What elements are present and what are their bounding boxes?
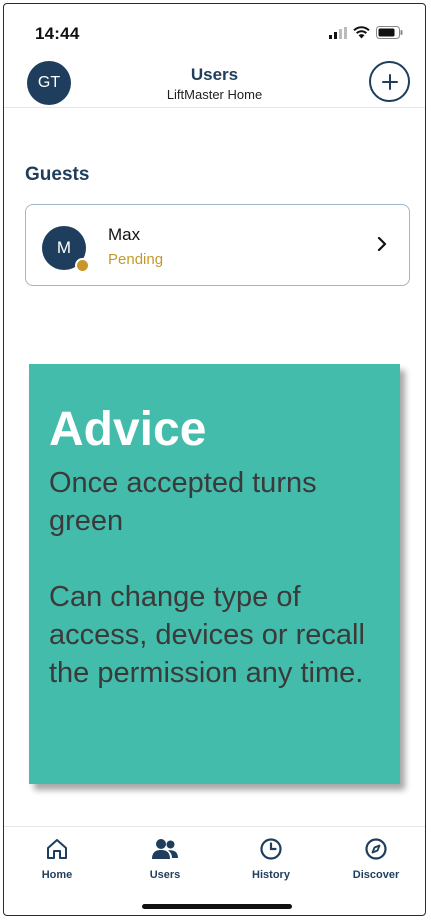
add-user-button[interactable] (369, 61, 410, 102)
nav-history[interactable]: History (226, 835, 316, 881)
status-icons (329, 26, 403, 39)
nav-discover-label: Discover (352, 869, 400, 881)
compass-icon (365, 838, 387, 860)
nav-home[interactable]: Home (12, 835, 102, 881)
nav-history-label: History (252, 869, 290, 881)
status-time: 14:44 (35, 24, 80, 43)
home-indicator (142, 904, 292, 909)
guests-section-title: Guests (25, 164, 90, 185)
app-screen: 14:44 GT Users LiftMaster Home Guests M … (3, 3, 426, 916)
nav-users-label: Users (149, 869, 181, 881)
nav-discover[interactable]: Discover (331, 835, 421, 881)
signal-icon (329, 26, 347, 39)
home-icon (47, 839, 67, 859)
advice-title: Advice (49, 403, 207, 456)
advice-body: Once accepted turns green Can change typ… (49, 464, 389, 692)
battery-icon (376, 26, 403, 39)
advice-overlay: Advice Once accepted turns green Can cha… (29, 364, 400, 784)
advice-line-2: Can change type of access, devices or re… (49, 581, 365, 689)
guest-status: Pending (108, 251, 164, 268)
advice-line-1: Once accepted turns green (49, 467, 317, 537)
page-subtitle: LiftMaster Home (166, 87, 263, 102)
clock-icon (260, 838, 282, 860)
plus-icon (381, 73, 398, 90)
guest-name: Max (108, 225, 141, 244)
page-title: Users (190, 65, 239, 84)
guest-card[interactable]: M Max Pending (25, 204, 410, 286)
wifi-icon (353, 26, 370, 39)
header-divider (4, 107, 425, 108)
pending-status-dot (75, 258, 90, 273)
nav-users[interactable]: Users (120, 835, 210, 881)
chevron-right-icon (377, 236, 387, 252)
users-icon (152, 839, 178, 859)
bottom-nav: Home Users History Discover (4, 827, 425, 887)
nav-home-label: Home (41, 869, 73, 881)
